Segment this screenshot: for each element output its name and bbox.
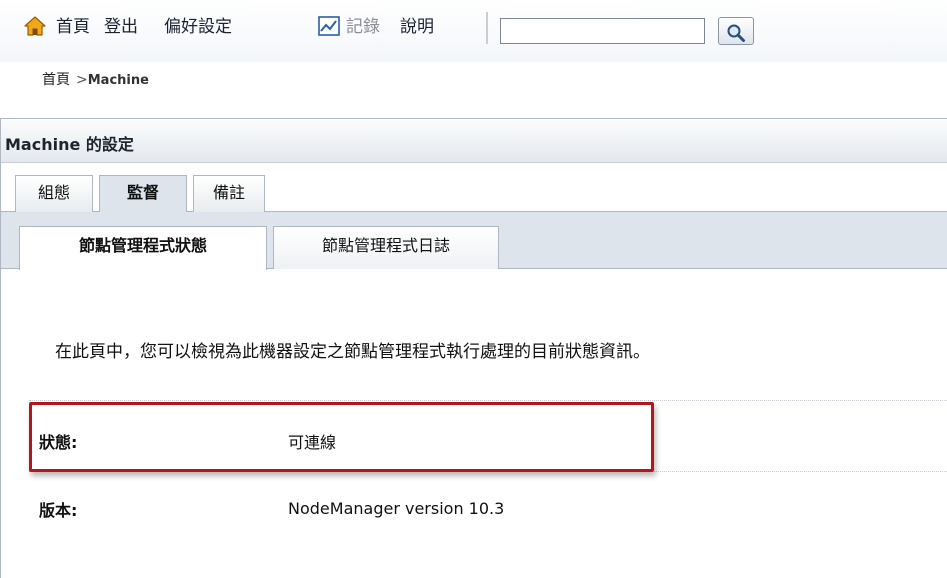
status-highlight-box bbox=[29, 402, 654, 472]
search-button[interactable] bbox=[718, 17, 754, 45]
record-link: 記錄 bbox=[346, 17, 380, 37]
breadcrumb-separator: > bbox=[76, 72, 88, 88]
breadcrumb: 首頁 >Machine bbox=[42, 71, 149, 90]
preferences-link[interactable]: 偏好設定 bbox=[164, 16, 232, 38]
primary-tabs: 組態 監督 備註 bbox=[1, 163, 947, 212]
subtab-node-manager-status[interactable]: 節點管理程式狀態 bbox=[19, 226, 267, 270]
search-icon bbox=[727, 24, 745, 42]
page-title: Machine 的設定 bbox=[5, 135, 134, 154]
subtab-node-manager-log[interactable]: 節點管理程式日誌 bbox=[273, 226, 499, 269]
settings-panel: Machine 的設定 組態 監督 備註 節點管理程式狀態 節點管理程式日誌 在… bbox=[0, 118, 947, 578]
version-value: NodeManager version 10.3 bbox=[288, 499, 505, 518]
machine-settings-page: 首頁 登出 偏好設定 記錄 說明 首頁 >Machine Machine 的設定 … bbox=[0, 0, 947, 578]
top-toolbar: 首頁 登出 偏好設定 記錄 說明 bbox=[0, 0, 947, 62]
home-icon[interactable] bbox=[24, 15, 46, 37]
breadcrumb-home-link[interactable]: 首頁 bbox=[42, 72, 70, 88]
home-link[interactable]: 首頁 bbox=[56, 16, 90, 38]
help-link[interactable]: 說明 bbox=[400, 16, 434, 38]
breadcrumb-current: Machine bbox=[87, 73, 149, 88]
status-label: 狀態: bbox=[39, 433, 78, 452]
version-label: 版本: bbox=[39, 501, 78, 520]
row-divider bbox=[29, 471, 947, 472]
status-value: 可連線 bbox=[288, 433, 337, 452]
tab-configuration[interactable]: 組態 bbox=[15, 175, 93, 212]
secondary-tabs: 節點管理程式狀態 節點管理程式日誌 bbox=[1, 212, 947, 270]
toolbar-separator bbox=[486, 12, 488, 44]
search-input[interactable] bbox=[500, 18, 705, 44]
record-icon bbox=[318, 16, 340, 36]
tab-notes[interactable]: 備註 bbox=[193, 175, 265, 212]
intro-text: 在此頁中，您可以檢視為此機器設定之節點管理程式執行處理的目前狀態資訊。 bbox=[55, 342, 650, 362]
row-divider bbox=[29, 400, 947, 401]
tab-monitoring[interactable]: 監督 bbox=[99, 175, 187, 212]
logout-link[interactable]: 登出 bbox=[104, 16, 138, 38]
panel-header: Machine 的設定 bbox=[1, 119, 947, 163]
